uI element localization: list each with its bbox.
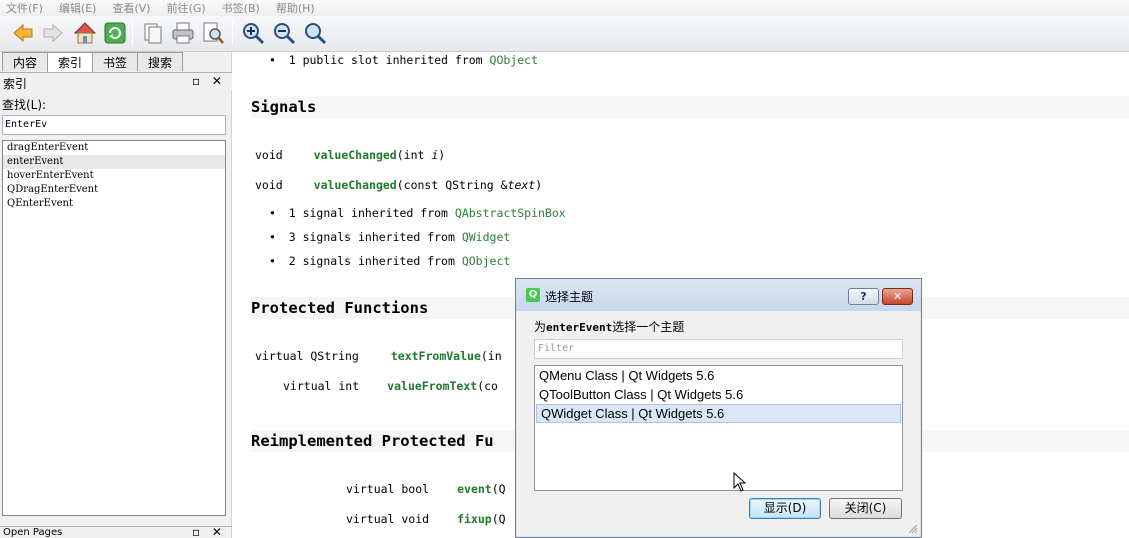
choose-topic-dialog: Q 选择主题 ? ✕ 为enterEvent选择一个主题 Filter QMen… (515, 278, 922, 538)
signal-row: void valueChanged(const QString &text) (255, 178, 543, 192)
toolbar-separator (132, 21, 133, 45)
show-button[interactable]: 显示(D) (749, 498, 821, 519)
menu-help[interactable]: 帮助(H) (276, 0, 315, 16)
signals-heading: Signals (251, 96, 1129, 118)
help-button[interactable]: ? (848, 288, 879, 305)
qt-logo-icon: Q (526, 288, 540, 302)
fixup-link[interactable]: fixup (457, 512, 492, 526)
dock-title-label: 索引 (3, 77, 28, 91)
close-window-button[interactable]: ✕ (882, 288, 913, 305)
find-label: 查找(L): (2, 98, 47, 112)
print-icon[interactable] (170, 20, 196, 46)
zoom-in-icon[interactable] (240, 20, 266, 46)
open-pages-label: Open Pages (3, 527, 63, 538)
tab-index[interactable]: 索引 (47, 52, 93, 72)
list-item[interactable]: hoverEnterEvent (3, 169, 225, 183)
list-item[interactable]: QToolButton Class | Qt Widgets 5.6 (535, 385, 902, 404)
open-pages-dock-title: Open Pages ▫ ✕ (0, 525, 232, 538)
mouse-cursor-icon (733, 472, 747, 492)
dialog-prompt: 为enterEvent选择一个主题 (534, 320, 685, 334)
toolbar-separator (232, 21, 233, 45)
event-link[interactable]: event (457, 482, 492, 496)
filter-input[interactable]: Filter (534, 339, 903, 359)
zoom-out-icon[interactable] (271, 20, 297, 46)
dialog-titlebar[interactable]: Q 选择主题 ? ✕ (516, 279, 921, 311)
menu-bookmarks[interactable]: 书签(B) (222, 0, 260, 16)
index-search-input[interactable]: EnterEv (2, 115, 226, 135)
textfromvalue-link[interactable]: textFromValue (391, 349, 481, 363)
dock-float-close-icons[interactable]: ▫ ✕ (192, 74, 226, 88)
index-list[interactable]: dragEnterEvent enterEvent hoverEnterEven… (2, 140, 226, 516)
list-item[interactable]: QMenu Class | Qt Widgets 5.6 (535, 366, 902, 385)
menubar: 文件(F) 编辑(E) 查看(V) 前往(G) 书签(B) 帮助(H) (0, 0, 1129, 16)
qabstractspinbox-link[interactable]: QAbstractSpinBox (455, 206, 566, 220)
index-sidebar: 内容 索引 书签 搜索 索引 ▫ ✕ 查找(L): EnterEv dragEn… (0, 52, 232, 538)
back-arrow-icon[interactable] (10, 20, 36, 46)
dock-float-close-icons[interactable]: ▫ ✕ (192, 525, 226, 538)
dialog-title: 选择主题 (545, 290, 594, 304)
list-item[interactable]: dragEnterEvent (3, 141, 225, 155)
list-item-selected[interactable]: enterEvent (3, 155, 225, 169)
close-button[interactable]: 关闭(C) (829, 498, 902, 519)
tab-contents[interactable]: 内容 (2, 52, 48, 71)
tab-bookmarks[interactable]: 书签 (92, 52, 138, 71)
tab-search[interactable]: 搜索 (137, 52, 183, 71)
find-in-page-icon[interactable] (200, 20, 226, 46)
list-item: 3 signals inherited from QWidget (269, 230, 511, 244)
qwidget-link[interactable]: QWidget (462, 230, 510, 244)
sidebar-tabs: 内容 索引 书签 搜索 (2, 52, 183, 72)
valuefromtext-link[interactable]: valueFromText (387, 379, 477, 393)
home-icon[interactable] (72, 20, 98, 46)
valuechanged-link[interactable]: valueChanged (314, 178, 397, 192)
qobject-link[interactable]: QObject (462, 254, 510, 268)
list-item[interactable]: QEnterEvent (3, 197, 225, 211)
resize-grip-icon[interactable] (908, 524, 918, 534)
function-row: virtual int valueFromText(co (283, 379, 498, 393)
forward-arrow-icon[interactable] (40, 20, 66, 46)
topic-list[interactable]: QMenu Class | Qt Widgets 5.6 QToolButton… (534, 365, 903, 491)
function-row: virtual QString textFromValue(in (255, 349, 502, 363)
zoom-reset-icon[interactable] (302, 20, 328, 46)
copy-icon[interactable] (140, 20, 166, 46)
menu-file[interactable]: 文件(F) (6, 0, 43, 16)
toolbar (0, 16, 1129, 52)
list-item: 1 signal inherited from QAbstractSpinBox (269, 206, 566, 220)
function-row: virtual bool event(Q (346, 482, 506, 496)
list-item: 1 public slot inherited from QObject (269, 53, 538, 67)
list-item[interactable]: QDragEnterEvent (3, 183, 225, 197)
menu-edit[interactable]: 编辑(E) (59, 0, 97, 16)
menu-view[interactable]: 查看(V) (112, 0, 150, 16)
menu-go[interactable]: 前往(G) (167, 0, 206, 16)
index-dock-title: 索引 ▫ ✕ (0, 72, 232, 91)
function-row: virtual void fixup(Q (346, 512, 506, 526)
qobject-link[interactable]: QObject (490, 53, 538, 67)
signal-row: void valueChanged(int i) (255, 148, 446, 162)
sync-icon[interactable] (102, 20, 128, 46)
valuechanged-link[interactable]: valueChanged (314, 148, 397, 162)
list-item: 2 signals inherited from QObject (269, 254, 511, 268)
list-item-selected[interactable]: QWidget Class | Qt Widgets 5.6 (536, 404, 901, 423)
